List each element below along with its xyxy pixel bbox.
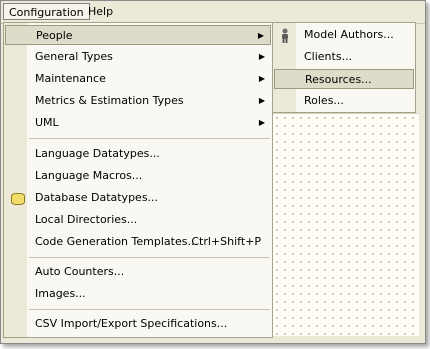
menu-separator (29, 257, 270, 258)
submenu-arrow-icon: ▶ (258, 74, 265, 83)
person-icon (282, 28, 288, 43)
menu-item-language-datatypes[interactable]: Language Datatypes... (5, 144, 271, 164)
menu-item-clients[interactable]: Clients... (274, 47, 414, 67)
menu-item-resources[interactable]: Resources... (274, 69, 414, 89)
configuration-menu: People ▶ General Types ▶ Maintenance ▶ M… (3, 22, 273, 338)
menu-bar: Configuration Help (1, 1, 425, 24)
menu-help[interactable]: Help (83, 3, 118, 20)
menu-item-maintenance[interactable]: Maintenance ▶ (5, 69, 271, 89)
shortcut-label: Ctrl+Shift+P (191, 235, 261, 248)
submenu-arrow-icon: ▶ (258, 96, 265, 105)
menu-item-general-types[interactable]: General Types ▶ (5, 47, 271, 67)
menu-item-language-macros[interactable]: Language Macros... (5, 166, 271, 186)
menu-item-model-authors[interactable]: Model Authors... (274, 25, 414, 45)
menu-item-roles[interactable]: Roles... (274, 91, 414, 111)
menu-item-code-generation-templates[interactable]: Code Generation Templates... Ctrl+Shift+… (5, 232, 271, 252)
menu-item-auto-counters[interactable]: Auto Counters... (5, 262, 271, 282)
menu-separator (29, 138, 270, 139)
people-submenu: Model Authors... Clients... Resources...… (272, 22, 416, 113)
application-window: Configuration Help People ▶ General Type… (0, 0, 426, 344)
menu-item-people[interactable]: People ▶ (5, 25, 271, 45)
submenu-arrow-icon: ▶ (258, 118, 265, 127)
menu-item-images[interactable]: Images... (5, 284, 271, 304)
menu-item-uml[interactable]: UML ▶ (5, 113, 271, 133)
submenu-arrow-icon: ▶ (257, 31, 264, 40)
database-icon (11, 193, 25, 205)
menu-item-database-datatypes[interactable]: Database Datatypes... (5, 188, 271, 208)
menu-item-local-directories[interactable]: Local Directories... (5, 210, 271, 230)
menu-item-metrics-estimation-types[interactable]: Metrics & Estimation Types ▶ (5, 91, 271, 111)
menu-item-csv-import-export[interactable]: CSV Import/Export Specifications... (5, 314, 271, 334)
menu-separator (29, 309, 270, 310)
submenu-arrow-icon: ▶ (258, 52, 265, 61)
menu-configuration[interactable]: Configuration (3, 3, 90, 20)
diagram-canvas[interactable] (273, 113, 419, 336)
